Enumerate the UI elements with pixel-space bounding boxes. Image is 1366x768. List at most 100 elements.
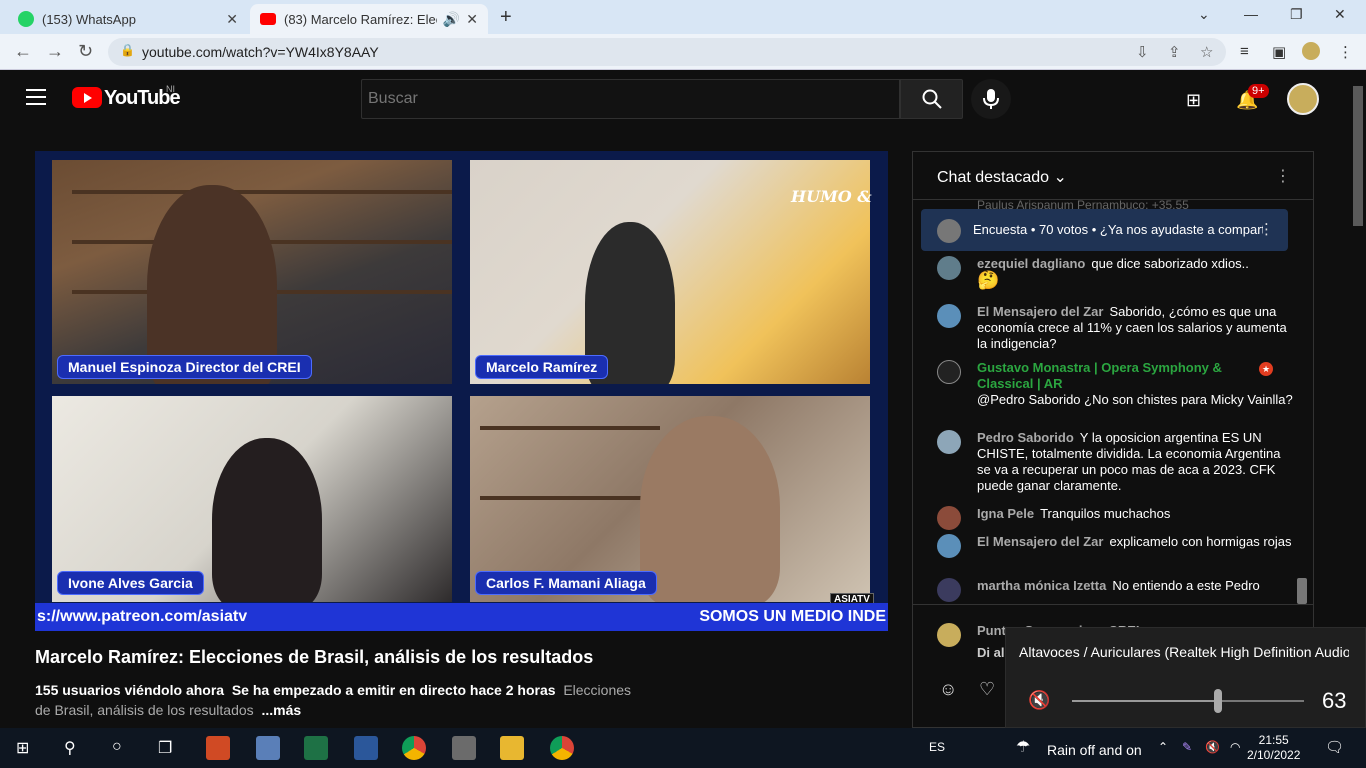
chat-message[interactable]: El Mensajero del Zar Saborido, ¿cómo es q… xyxy=(937,304,1297,352)
reload-button[interactable]: ↻ xyxy=(78,41,93,62)
share-icon[interactable]: ⇪ xyxy=(1168,43,1181,61)
input-language[interactable]: ES xyxy=(929,740,945,754)
video-player[interactable]: HUMO & Manuel Espinoza Director del CREI… xyxy=(35,151,888,631)
forward-button[interactable]: → xyxy=(46,41,64,62)
avatar xyxy=(937,304,961,328)
name-tag-4: Carlos F. Mamani Aliaga xyxy=(475,571,657,595)
menu-icon[interactable]: ⋮ xyxy=(1338,43,1353,61)
install-icon[interactable]: ⇩ xyxy=(1136,43,1149,61)
ticker-left-text: s://www.patreon.com/asiatv xyxy=(37,608,248,625)
volume-thumb[interactable] xyxy=(1214,689,1223,713)
youtube-logo-icon[interactable] xyxy=(72,87,102,108)
search-box[interactable] xyxy=(361,79,900,119)
back-button[interactable]: ← xyxy=(14,41,32,62)
viewer-count: 155 usuarios viéndolo ahora xyxy=(35,682,225,698)
chat-author[interactable]: El Mensajero del Zar xyxy=(977,534,1103,549)
heart-icon[interactable]: ♡ xyxy=(979,679,995,700)
chat-message[interactable]: ezequiel dagliano que dice saborizado xdi… xyxy=(937,256,1297,290)
chat-author[interactable]: Igna Pele xyxy=(977,506,1034,521)
hamburger-menu-icon[interactable] xyxy=(26,89,46,110)
volume-value: 63 xyxy=(1322,688,1347,713)
avatar xyxy=(937,256,961,280)
task-view-icon[interactable]: ❐ xyxy=(158,738,172,758)
notifications-icon[interactable]: 🗨 xyxy=(1325,738,1344,756)
audio-device-name[interactable]: Altavoces / Auriculares (Realtek High De… xyxy=(1019,644,1349,660)
restore-button[interactable]: ❐ xyxy=(1290,6,1303,23)
thinking-emoji: 🤔 xyxy=(977,270,1000,290)
weather-text[interactable]: Rain off and on xyxy=(1047,742,1142,758)
more-link[interactable]: ...más xyxy=(261,702,301,718)
tab-search-icon[interactable]: ⌄ xyxy=(1198,6,1210,23)
chrome-icon[interactable] xyxy=(402,736,426,760)
search-input[interactable] xyxy=(362,80,899,118)
chat-message[interactable]: Pedro Saborido Y la oposicion argentina E… xyxy=(937,430,1297,494)
video-description[interactable]: 155 usuarios viéndolo ahora Se ha empeza… xyxy=(35,680,635,720)
chat-message[interactable]: martha mónica Izetta No entiendo a este P… xyxy=(937,578,1297,602)
humo-watermark: HUMO & xyxy=(791,187,872,206)
word-icon[interactable] xyxy=(354,736,378,760)
avatar xyxy=(937,578,961,602)
lock-icon[interactable]: 🔒 xyxy=(120,43,135,57)
chat-header: Chat destacado ⌄ ⋮ xyxy=(913,152,1313,200)
profile-avatar[interactable] xyxy=(1302,42,1320,60)
avatar xyxy=(937,623,961,647)
media-control-icon[interactable]: ≡ xyxy=(1240,43,1249,60)
name-tag-1: Manuel Espinoza Director del CREI xyxy=(57,355,312,379)
side-panel-icon[interactable]: ▣ xyxy=(1272,43,1286,61)
minimize-button[interactable]: — xyxy=(1244,6,1258,22)
cortana-icon[interactable]: ○ xyxy=(112,738,122,756)
speaker-mute-icon[interactable]: 🔇 xyxy=(1028,690,1050,711)
volume-tray-icon[interactable]: 🔇 xyxy=(1205,740,1220,754)
chrome-profile-icon[interactable] xyxy=(550,736,574,760)
emoji-icon[interactable]: ☺ xyxy=(939,679,957,700)
new-tab-button[interactable]: + xyxy=(500,6,512,29)
chat-author[interactable]: Gustavo Monastra | Opera Symphony & Clas… xyxy=(977,360,1222,391)
windows-start-icon[interactable]: ⊞ xyxy=(16,738,29,758)
file-explorer-icon[interactable] xyxy=(500,736,524,760)
pinned-poll-banner[interactable]: Encuesta • 70 votos • ¿Ya nos ayudaste a… xyxy=(921,209,1288,251)
account-avatar[interactable] xyxy=(1287,83,1319,115)
browser-toolbar: ← → ↻ 🔒 youtube.com/watch?v=YW4Ix8Y8AAY … xyxy=(0,34,1366,70)
avatar xyxy=(937,219,961,243)
chat-message[interactable]: Gustavo Monastra | Opera Symphony & Clas… xyxy=(937,360,1297,408)
network-app-icon[interactable] xyxy=(256,736,280,760)
audio-icon[interactable]: 🔊 xyxy=(443,11,460,28)
chat-message[interactable]: El Mensajero del Zar explicamelo con horm… xyxy=(937,534,1297,558)
powerpoint-icon[interactable] xyxy=(206,736,230,760)
address-bar[interactable]: 🔒 youtube.com/watch?v=YW4Ix8Y8AAY ⇩ ⇪ ☆ xyxy=(108,38,1226,66)
voice-search-button[interactable] xyxy=(971,79,1011,119)
chat-mode-label: Chat destacado xyxy=(937,169,1050,186)
chat-author[interactable]: El Mensajero del Zar xyxy=(977,304,1103,319)
volume-slider[interactable] xyxy=(1072,689,1304,713)
close-window-button[interactable]: ✕ xyxy=(1334,6,1346,23)
clock[interactable]: 21:55 2/10/2022 xyxy=(1247,733,1300,763)
weather-icon[interactable]: ☂ xyxy=(1016,737,1030,757)
chat-author[interactable]: ezequiel dagliano xyxy=(977,256,1085,271)
chat-author[interactable]: martha mónica Izetta xyxy=(977,578,1106,593)
tab-title: (83) Marcelo Ramírez: Eleccio xyxy=(284,11,437,27)
create-video-icon[interactable]: ⊞ xyxy=(1186,90,1201,111)
chat-message[interactable]: Igna Pele Tranquilos muchachos xyxy=(937,506,1297,530)
search-button[interactable] xyxy=(900,79,963,119)
chat-scrollbar[interactable] xyxy=(1297,578,1307,604)
close-icon[interactable]: ✕ xyxy=(466,11,478,28)
date: 2/10/2022 xyxy=(1247,748,1301,762)
video-title: Marcelo Ramírez: Elecciones de Brasil, a… xyxy=(35,647,594,667)
url-text: youtube.com/watch?v=YW4Ix8Y8AAY xyxy=(142,44,379,60)
search-icon[interactable]: ⚲ xyxy=(64,738,76,758)
bookmark-star-icon[interactable]: ☆ xyxy=(1200,43,1213,61)
more-options-icon[interactable]: ⋮ xyxy=(1259,220,1274,238)
chat-more-icon[interactable]: ⋮ xyxy=(1275,166,1291,186)
excel-icon[interactable] xyxy=(304,736,328,760)
volume-flyout: Altavoces / Auriculares (Realtek High De… xyxy=(1005,627,1366,728)
calculator-icon[interactable] xyxy=(452,736,476,760)
wifi-icon[interactable]: ◠ xyxy=(1230,740,1240,754)
time: 21:55 xyxy=(1258,733,1289,747)
chat-author[interactable]: Pedro Saborido xyxy=(977,430,1074,445)
tab-whatsapp[interactable]: (153) WhatsApp ✕ xyxy=(8,4,248,34)
show-hidden-icons[interactable]: ⌃ xyxy=(1158,740,1168,754)
chat-mode-dropdown[interactable]: Chat destacado ⌄ xyxy=(937,167,1067,187)
pen-icon[interactable]: ✎ xyxy=(1182,740,1192,754)
close-icon[interactable]: ✕ xyxy=(226,11,238,28)
tab-youtube[interactable]: (83) Marcelo Ramírez: Eleccio 🔊 ✕ xyxy=(250,4,488,34)
